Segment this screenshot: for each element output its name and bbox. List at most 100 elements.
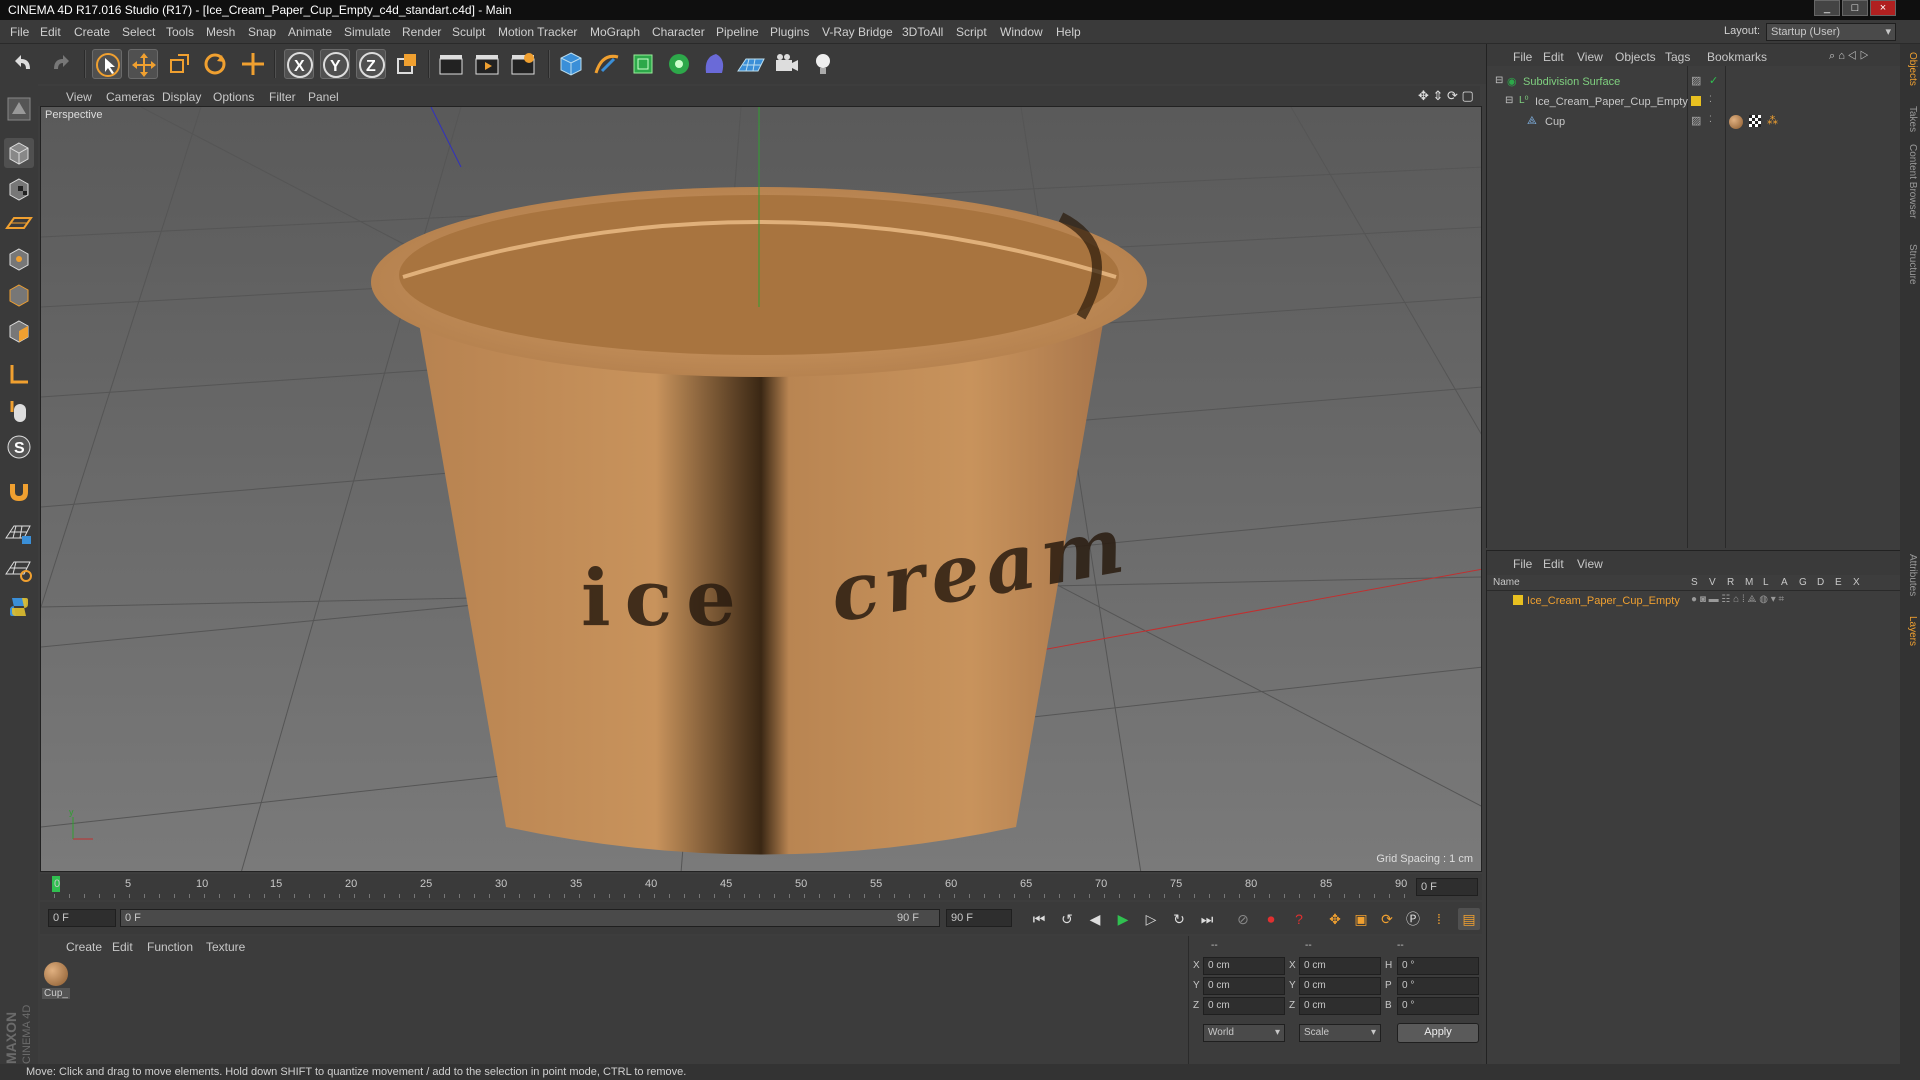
move-tool[interactable] (128, 49, 158, 79)
axis-mode-button[interactable] (4, 360, 34, 390)
add-light-button[interactable] (808, 49, 838, 79)
collapse-icon[interactable]: ⊟ (1495, 75, 1503, 86)
viewport-nav-icons[interactable]: ✥ ⇕ ⟳ ▢ (1418, 88, 1474, 104)
vp-menu-display[interactable]: Display (162, 90, 201, 104)
menu-tools[interactable]: Tools (166, 25, 194, 39)
keyframe-help-button[interactable]: ? (1288, 908, 1310, 930)
layer-menu-edit[interactable]: Edit (1543, 557, 1564, 571)
prev-frame-button[interactable]: ◀ (1084, 908, 1106, 930)
timeline-end-field[interactable]: 0 F (1416, 878, 1478, 896)
frame-range-slider[interactable]: 0 F 90 F (120, 909, 940, 927)
layer-row[interactable]: Ice_Cream_Paper_Cup_Empty ● ◙ ▬ ☷ ⌂ ⁞ ⟁ … (1487, 593, 1901, 611)
phong-tag-icon[interactable]: ⁂ (1767, 114, 1778, 127)
next-frame-button[interactable]: ▷ (1140, 908, 1162, 930)
key-scale-button[interactable]: ▣ (1350, 908, 1372, 930)
timeline-window-button[interactable]: ▤ (1458, 908, 1480, 930)
close-button[interactable]: × (1870, 0, 1896, 16)
redo-button[interactable] (44, 49, 74, 79)
maximize-button[interactable]: □ (1842, 0, 1868, 16)
magnet-button[interactable] (4, 476, 34, 506)
render-picture-viewer-button[interactable] (472, 49, 502, 79)
layer-menu-file[interactable]: File (1513, 557, 1532, 571)
add-spline-button[interactable] (592, 49, 622, 79)
mat-menu-edit[interactable]: Edit (112, 940, 133, 954)
tab-structure[interactable]: Structure (1902, 244, 1918, 285)
size-x-field[interactable]: 0 cm (1299, 957, 1381, 975)
apply-button[interactable]: Apply (1397, 1023, 1479, 1043)
obj-menu-tags[interactable]: Tags (1665, 50, 1690, 64)
render-settings-button[interactable] (508, 49, 538, 79)
material-tag-icon[interactable] (1729, 115, 1743, 129)
key-pla-button[interactable]: ⁞ (1428, 908, 1450, 930)
add-deformer-button[interactable] (700, 49, 730, 79)
polygons-mode-button[interactable] (4, 316, 34, 346)
x-axis-lock[interactable]: X (284, 49, 314, 79)
tab-objects[interactable]: Objects (1902, 52, 1918, 86)
add-cube-button[interactable] (556, 49, 586, 79)
current-frame-field[interactable]: 0 F (48, 909, 116, 927)
size-z-field[interactable]: 0 cm (1299, 997, 1381, 1015)
goto-end-button[interactable]: ⏭ (1196, 908, 1218, 930)
obj-menu-objects[interactable]: Objects (1615, 50, 1656, 64)
menu-mograph[interactable]: MoGraph (590, 25, 640, 39)
key-position-button[interactable]: ✥ (1324, 908, 1346, 930)
menu-help[interactable]: Help (1056, 25, 1081, 39)
menu-edit[interactable]: Edit (40, 25, 61, 39)
layer-color-swatch[interactable] (1513, 595, 1523, 605)
autokey-button[interactable]: ⏺ (1260, 908, 1282, 930)
menu-file[interactable]: File (10, 25, 29, 39)
mat-menu-function[interactable]: Function (147, 940, 193, 954)
material-swatch[interactable]: Cup_ (42, 960, 70, 1004)
menu-window[interactable]: Window (1000, 25, 1043, 39)
vp-menu-view[interactable]: View (66, 90, 92, 104)
timeline-ruler[interactable]: 0 5 10 15 20 25 30 35 40 45 50 55 60 65 … (40, 874, 1482, 900)
coordinate-system-button[interactable] (392, 49, 422, 79)
rot-p-field[interactable]: 0 ° (1397, 977, 1479, 995)
model-mode-button[interactable] (4, 138, 34, 168)
layout-select[interactable]: Startup (User) ▾ (1766, 23, 1896, 41)
rotate-tool[interactable] (200, 49, 230, 79)
prev-key-button[interactable]: ↺ (1056, 908, 1078, 930)
menu-render[interactable]: Render (402, 25, 441, 39)
key-rotation-button[interactable]: ⟳ (1376, 908, 1398, 930)
obj-menu-file[interactable]: File (1513, 50, 1532, 64)
goto-start-button[interactable]: ⏮ (1028, 908, 1050, 930)
checkmark-icon[interactable]: ✓ (1709, 74, 1718, 87)
3d-viewport[interactable]: ice cream y Perspective Grid Spacing : 1… (40, 106, 1482, 872)
layer-toggle-icon[interactable]: ▨ (1691, 114, 1701, 127)
menu-sculpt[interactable]: Sculpt (452, 25, 485, 39)
menu-select[interactable]: Select (122, 25, 155, 39)
visibility-dots-icon[interactable]: ⁚ (1709, 114, 1712, 125)
vp-menu-options[interactable]: Options (213, 90, 254, 104)
pos-y-field[interactable]: 0 cm (1203, 977, 1285, 995)
record-keys-button[interactable]: ⊘ (1232, 908, 1254, 930)
layer-flag-icons[interactable]: ● ◙ ▬ ☷ ⌂ ⁞ ⟁ ◍ ▾ ⌗ (1691, 594, 1784, 605)
z-axis-lock[interactable]: Z (356, 49, 386, 79)
vp-menu-cameras[interactable]: Cameras (106, 90, 155, 104)
y-axis-lock[interactable]: Y (320, 49, 350, 79)
obj-menu-bookmarks[interactable]: Bookmarks (1707, 50, 1767, 64)
menu-create[interactable]: Create (74, 25, 110, 39)
obj-menu-edit[interactable]: Edit (1543, 50, 1564, 64)
add-camera-button[interactable] (772, 49, 802, 79)
tweak-mode-button[interactable] (4, 396, 34, 426)
rot-b-field[interactable]: 0 ° (1397, 997, 1479, 1015)
menu-3dtoall[interactable]: 3DToAll (902, 25, 943, 39)
menu-character[interactable]: Character (652, 25, 705, 39)
menu-vray-bridge[interactable]: V-Ray Bridge (822, 25, 893, 39)
pos-x-field[interactable]: 0 cm (1203, 957, 1285, 975)
minimize-button[interactable]: _ (1814, 0, 1840, 16)
edges-mode-button[interactable] (4, 280, 34, 310)
menu-animate[interactable]: Animate (288, 25, 332, 39)
visibility-dots-icon[interactable]: ⁚ (1709, 94, 1712, 105)
vp-menu-panel[interactable]: Panel (308, 90, 339, 104)
live-selection-tool[interactable] (92, 49, 122, 79)
tab-takes[interactable]: Takes (1902, 106, 1918, 132)
play-button[interactable]: ▶ (1112, 908, 1134, 930)
next-key-button[interactable]: ↻ (1168, 908, 1190, 930)
size-y-field[interactable]: 0 cm (1299, 977, 1381, 995)
workplane-mode-button[interactable] (4, 208, 34, 238)
object-row-cup[interactable]: ⟁ Cup ▨ ⁚ ⁂ (1487, 114, 1901, 132)
scale-dropdown[interactable]: Scale ▾ (1299, 1024, 1381, 1042)
menu-motion-tracker[interactable]: Motion Tracker (498, 25, 577, 39)
